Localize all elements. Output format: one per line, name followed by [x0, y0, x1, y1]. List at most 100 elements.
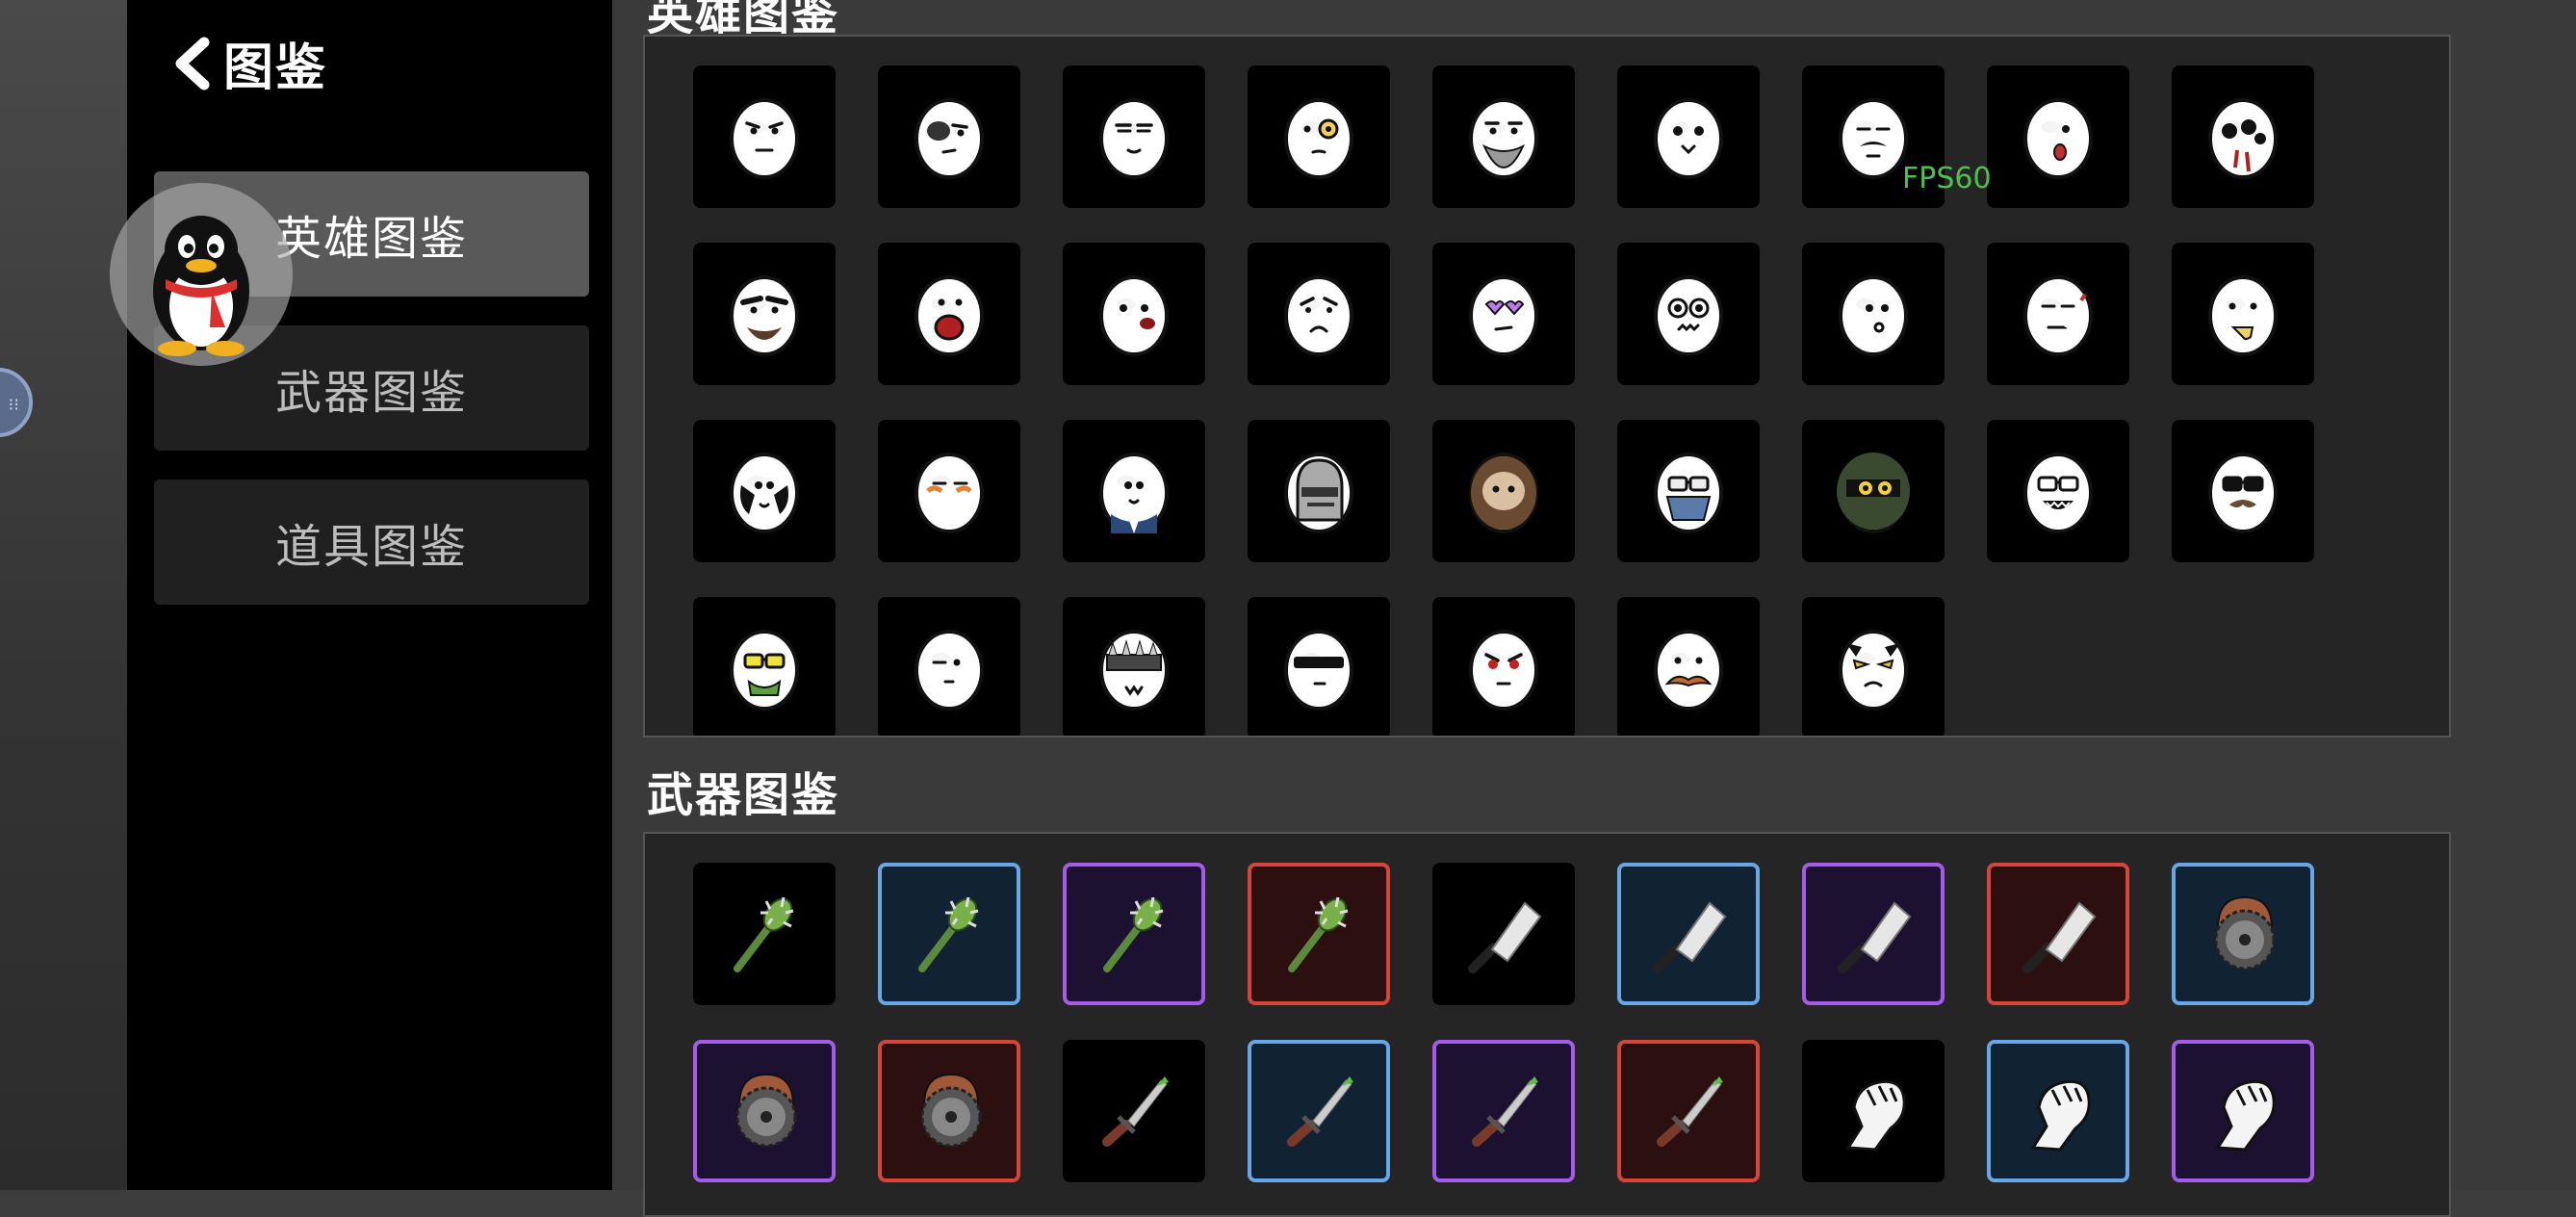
hero-tile[interactable]	[1063, 65, 1205, 208]
hero-tile[interactable]	[1432, 243, 1575, 385]
egg-hero-icon	[1284, 453, 1353, 533]
cleaver-icon	[1838, 901, 1912, 973]
hero-tile[interactable]	[1432, 65, 1575, 208]
hero-tile[interactable]	[1063, 420, 1205, 562]
hero-tile[interactable]	[693, 597, 836, 736]
weapon-tile[interactable]	[2172, 1040, 2314, 1182]
hero-tile[interactable]	[693, 243, 836, 385]
weapon-tile[interactable]	[693, 1040, 836, 1182]
hero-tile[interactable]	[878, 420, 1020, 562]
hero-tile[interactable]	[2172, 65, 2314, 208]
egg-hero-icon	[1469, 98, 1538, 179]
egg-hero-icon	[730, 275, 799, 356]
spiked-club-icon	[1103, 896, 1164, 972]
background-edge	[0, 0, 127, 1190]
egg-hero-icon	[2208, 98, 2278, 179]
hero-tile[interactable]	[1248, 243, 1390, 385]
weapon-panel	[643, 832, 2451, 1217]
egg-hero-icon	[1469, 453, 1538, 533]
hero-tile[interactable]	[1617, 243, 1760, 385]
hero-tile[interactable]	[693, 65, 836, 208]
weapon-tile[interactable]	[1617, 863, 1760, 1005]
hero-tile[interactable]	[1987, 65, 2129, 208]
weapon-tile[interactable]	[1432, 863, 1575, 1005]
hero-tile[interactable]	[1802, 597, 1945, 736]
egg-hero-icon	[2023, 453, 2093, 533]
weapon-tile[interactable]	[1802, 1040, 1945, 1182]
egg-hero-icon	[1654, 275, 1723, 356]
egg-hero-icon	[730, 630, 799, 711]
egg-hero-icon	[1284, 630, 1353, 711]
cleaver-icon	[1468, 901, 1542, 973]
egg-hero-icon	[1469, 630, 1538, 711]
hero-tile[interactable]	[1063, 597, 1205, 736]
cleaver-icon	[2022, 901, 2097, 973]
weapon-tile[interactable]	[878, 1040, 1020, 1182]
hero-tile[interactable]	[1802, 243, 1945, 385]
hero-tile[interactable]	[1248, 597, 1390, 736]
weapon-tile[interactable]	[1987, 863, 2129, 1005]
hero-tile[interactable]	[1248, 420, 1390, 562]
egg-hero-icon	[1284, 275, 1353, 356]
sidebar-item-items[interactable]: 道具图鉴	[154, 479, 589, 605]
weapon-section-title: 武器图鉴	[647, 770, 840, 821]
fps-counter: FPS60	[1902, 162, 1992, 195]
weapon-tile[interactable]	[2172, 863, 2314, 1005]
egg-hero-icon	[1469, 275, 1538, 356]
hero-panel	[643, 35, 2451, 738]
fist-icon	[2215, 1079, 2276, 1152]
hero-tile[interactable]	[1987, 420, 2129, 562]
hero-tile[interactable]	[693, 420, 836, 562]
egg-hero-icon	[914, 275, 984, 356]
hero-tile[interactable]	[878, 65, 1020, 208]
egg-hero-icon	[1099, 98, 1169, 179]
hero-tile[interactable]	[1248, 65, 1390, 208]
weapon-grid	[693, 863, 2314, 1182]
hero-tile[interactable]	[2172, 420, 2314, 562]
spiked-club-icon	[918, 896, 979, 972]
hero-tile[interactable]	[2172, 243, 2314, 385]
dagger-icon	[1102, 1076, 1169, 1147]
weapon-tile[interactable]	[878, 863, 1020, 1005]
qq-penguin-icon	[153, 216, 249, 356]
main-content: 英雄图鉴 FPS60 武器图鉴	[612, 0, 2576, 1217]
weapon-tile[interactable]	[1987, 1040, 2129, 1182]
hero-tile[interactable]	[1063, 243, 1205, 385]
hero-tile[interactable]	[1432, 597, 1575, 736]
dagger-icon	[1287, 1076, 1353, 1147]
hero-tile[interactable]	[1987, 243, 2129, 385]
saw-blade-icon	[920, 1073, 982, 1148]
weapon-tile[interactable]	[1063, 863, 1205, 1005]
weapon-tile[interactable]	[1802, 863, 1945, 1005]
spiked-club-icon	[1288, 896, 1349, 972]
egg-hero-icon	[1099, 275, 1169, 356]
hero-tile[interactable]	[1617, 65, 1760, 208]
egg-hero-icon	[914, 453, 984, 533]
weapon-tile[interactable]	[1248, 863, 1390, 1005]
egg-hero-icon	[1284, 98, 1353, 179]
fist-icon	[2030, 1079, 2091, 1152]
egg-hero-icon	[1654, 98, 1723, 179]
weapon-tile[interactable]	[1063, 1040, 1205, 1182]
egg-hero-icon	[730, 453, 799, 533]
weapon-tile[interactable]	[1432, 1040, 1575, 1182]
hero-tile[interactable]	[1617, 597, 1760, 736]
hero-grid	[693, 65, 2314, 736]
back-button[interactable]: 图鉴	[167, 27, 327, 99]
dagger-icon	[1472, 1076, 1538, 1147]
weapon-tile[interactable]	[1248, 1040, 1390, 1182]
egg-hero-icon	[2208, 275, 2278, 356]
cleaver-icon	[1653, 901, 1727, 973]
hero-tile[interactable]	[878, 597, 1020, 736]
fist-icon	[1845, 1079, 1906, 1152]
hero-tile[interactable]	[1802, 420, 1945, 562]
egg-hero-icon	[1654, 630, 1723, 711]
egg-hero-icon	[914, 98, 984, 179]
weapon-tile[interactable]	[1617, 1040, 1760, 1182]
hero-tile[interactable]	[1432, 420, 1575, 562]
weapon-tile[interactable]	[693, 863, 836, 1005]
hero-tile[interactable]	[878, 243, 1020, 385]
egg-hero-icon	[1839, 275, 1908, 356]
hero-tile[interactable]	[1617, 420, 1760, 562]
qq-float-button[interactable]	[110, 183, 293, 366]
